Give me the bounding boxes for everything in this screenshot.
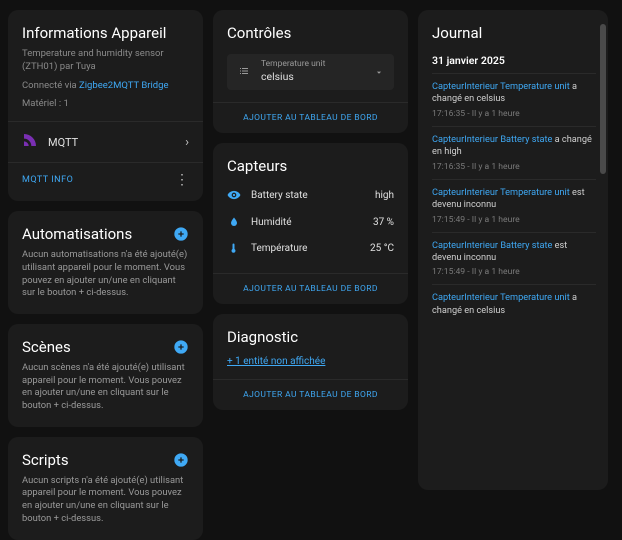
scenes-title: Scènes	[22, 338, 71, 356]
add-script-button[interactable]	[173, 452, 189, 468]
device-material-line: Matériel : 1	[22, 98, 189, 111]
plus-circle-icon	[173, 226, 189, 242]
journal-entity-link[interactable]: CapteurInterieur Temperature unit	[432, 292, 570, 303]
journal-entity-link[interactable]: CapteurInterieur Temperature unit	[432, 187, 570, 198]
diagnostic-title: Diagnostic	[227, 328, 394, 346]
journal-entry-time: 17:16:35 - Il y a 1 heure	[432, 109, 596, 119]
thermometer-icon	[227, 242, 241, 254]
diagnostic-card: Diagnostic + 1 entité non affichée AJOUT…	[213, 314, 408, 410]
add-to-dashboard-button[interactable]: AJOUTER AU TABLEAU DE BORD	[213, 379, 408, 410]
chevron-down-icon	[374, 63, 384, 82]
add-automation-button[interactable]	[173, 226, 189, 242]
journal-entity-link[interactable]: CapteurInterieur Battery state	[432, 134, 552, 145]
plus-circle-icon	[173, 452, 189, 468]
sensor-name: Température	[251, 243, 308, 254]
sensor-value: 37 %	[373, 217, 394, 228]
mqtt-integration-row[interactable]: MQTT ›	[22, 122, 189, 152]
automations-card: Automatisations Aucun automatisations n'…	[8, 211, 203, 314]
device-info-card: Informations Appareil Temperature and hu…	[8, 10, 203, 201]
journal-scroll-area[interactable]: 31 janvier 2025 CapteurInterieur Tempera…	[432, 50, 600, 480]
mqtt-label: MQTT	[48, 136, 78, 149]
water-drop-icon	[227, 216, 241, 228]
sensor-row-battery[interactable]: Battery state high	[227, 181, 394, 209]
device-info-title: Informations Appareil	[22, 24, 189, 42]
journal-entry: CapteurInterieur Battery state est deven…	[432, 232, 596, 285]
bridge-link[interactable]: Zigbee2MQTT Bridge	[79, 80, 168, 91]
add-scene-button[interactable]	[173, 339, 189, 355]
sensors-card: Capteurs Battery state high Humidité 37 …	[213, 143, 408, 304]
sensor-value: 25 °C	[370, 243, 394, 254]
scenes-card: Scènes Aucun scènes n'a été ajouté(e) ut…	[8, 324, 203, 427]
mqtt-icon	[22, 132, 38, 152]
sensor-name: Humidité	[251, 217, 292, 228]
device-name-line: Temperature and humidity sensor (ZTH01) …	[22, 48, 189, 74]
journal-entity-link[interactable]: CapteurInterieur Temperature unit	[432, 81, 570, 92]
controls-card: Contrôles Temperature unit celsius AJOUT…	[213, 10, 408, 133]
overflow-menu-icon[interactable]: ⋮	[175, 173, 189, 187]
journal-entity-link[interactable]: CapteurInterieur Battery state	[432, 240, 552, 251]
journal-entry: CapteurInterieur Temperature unit est de…	[432, 179, 596, 232]
sensor-name: Battery state	[251, 190, 308, 201]
temperature-unit-select[interactable]: Temperature unit celsius	[227, 54, 394, 90]
journal-entry-time: 17:15:49 - Il y a 1 heure	[432, 267, 596, 277]
scripts-title: Scripts	[22, 451, 69, 469]
hidden-entities-link[interactable]: + 1 entité non affichée	[227, 356, 394, 367]
mqtt-info-button[interactable]: MQTT INFO	[22, 175, 73, 185]
select-value: celsius	[261, 70, 325, 83]
journal-title: Journal	[432, 24, 600, 42]
scrollbar-thumb[interactable]	[600, 24, 606, 174]
automations-title: Automatisations	[22, 225, 132, 243]
connected-prefix: Connecté via	[22, 80, 79, 91]
journal-entry-time: 17:16:35 - Il y a 1 heure	[432, 162, 596, 172]
chevron-right-icon: ›	[185, 135, 189, 150]
automations-desc: Aucun automatisations n'a été ajouté(e) …	[22, 249, 189, 300]
journal-entry: CapteurInterieur Temperature unit a chan…	[432, 73, 596, 126]
sensors-title: Capteurs	[227, 157, 394, 175]
controls-title: Contrôles	[227, 24, 394, 42]
plus-circle-icon	[173, 339, 189, 355]
sensor-value: high	[375, 190, 394, 201]
scripts-card: Scripts Aucun scripts n'a été ajouté(e) …	[8, 437, 203, 540]
scripts-desc: Aucun scripts n'a été ajouté(e) utilisan…	[22, 475, 189, 526]
list-icon	[237, 65, 251, 77]
select-label: Temperature unit	[261, 59, 325, 69]
journal-entry-time: 17:15:49 - Il y a 1 heure	[432, 215, 596, 225]
eye-icon	[227, 188, 241, 202]
journal-card: Journal 31 janvier 2025 CapteurInterieur…	[418, 10, 608, 490]
sensor-row-humidity[interactable]: Humidité 37 %	[227, 209, 394, 235]
journal-entry: CapteurInterieur Temperature unit a chan…	[432, 284, 596, 327]
add-to-dashboard-button[interactable]: AJOUTER AU TABLEAU DE BORD	[213, 102, 408, 133]
sensor-row-temperature[interactable]: Température 25 °C	[227, 235, 394, 261]
scenes-desc: Aucun scènes n'a été ajouté(e) utilisant…	[22, 362, 189, 413]
journal-entry: CapteurInterieur Battery state a changé …	[432, 126, 596, 179]
device-connected-line: Connecté via Zigbee2MQTT Bridge	[22, 80, 189, 93]
journal-date: 31 janvier 2025	[432, 54, 596, 67]
add-to-dashboard-button[interactable]: AJOUTER AU TABLEAU DE BORD	[213, 273, 408, 304]
